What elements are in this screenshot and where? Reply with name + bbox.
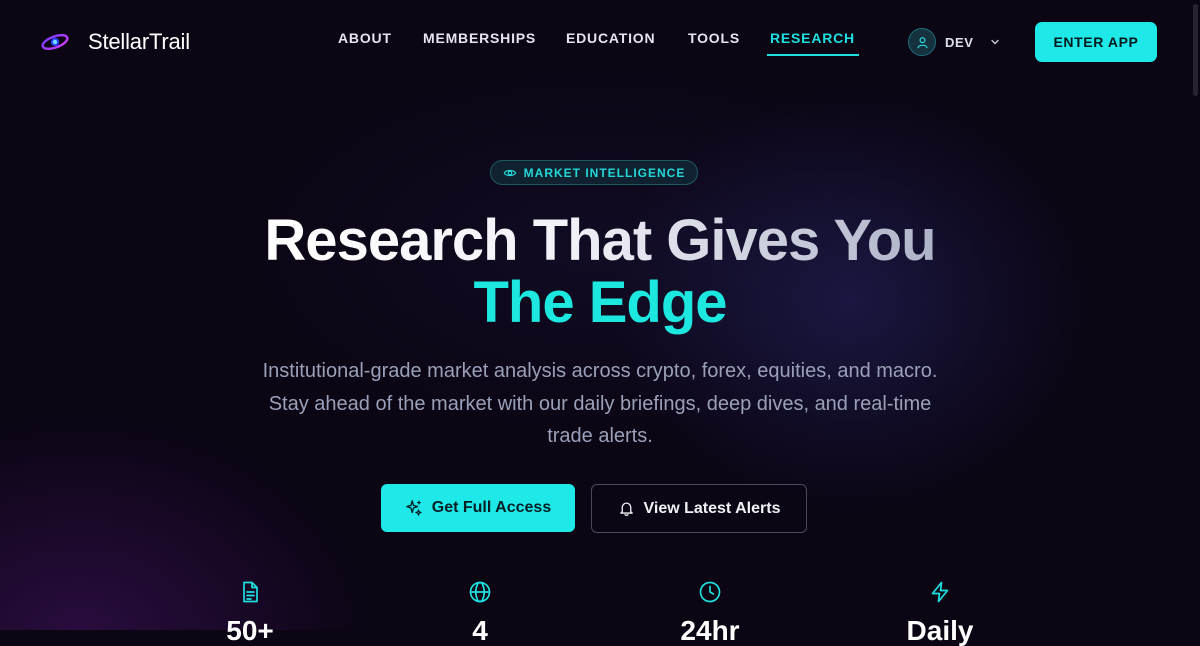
- lightning-icon: [931, 581, 949, 603]
- user-icon: [916, 36, 928, 48]
- scrollbar-thumb[interactable]: [1193, 4, 1198, 96]
- sparkles-icon: [405, 500, 422, 516]
- user-menu[interactable]: DEV: [908, 28, 1001, 56]
- stat-item: 24hr: [630, 580, 790, 646]
- brand-name: StellarTrail: [88, 29, 190, 54]
- stat-item: 4: [400, 580, 560, 646]
- stat-item: Daily: [860, 580, 1020, 646]
- nav-item-education[interactable]: EDUCATION: [566, 30, 655, 54]
- hero-title-line2: The Edge: [473, 270, 727, 335]
- stat-value: 4: [472, 615, 488, 646]
- bell-icon: [619, 502, 633, 516]
- stat-value: 50+: [226, 615, 274, 646]
- user-name: DEV: [945, 34, 974, 50]
- brand-logo[interactable]: StellarTrail: [40, 25, 190, 59]
- stat-item: 50+: [170, 580, 330, 646]
- badge-label: MARKET INTELLIGENCE: [523, 165, 686, 180]
- view-latest-alerts-button[interactable]: View Latest Alerts: [591, 484, 807, 533]
- nav-item-memberships[interactable]: MEMBERSHIPS: [423, 30, 536, 54]
- enter-app-button[interactable]: ENTER APP: [1035, 22, 1157, 62]
- clock-icon: [699, 581, 721, 603]
- eye-icon: [503, 169, 516, 176]
- get-full-access-button[interactable]: Get Full Access: [381, 484, 575, 532]
- stat-value: 24hr: [680, 615, 740, 646]
- nav-item-about[interactable]: ABOUT: [338, 30, 392, 54]
- chevron-down-icon: [990, 39, 999, 45]
- document-icon: [243, 581, 258, 603]
- avatar: [908, 28, 936, 56]
- view-latest-alerts-label: View Latest Alerts: [643, 499, 781, 517]
- hero-title-line1: Research That Gives You: [264, 208, 936, 273]
- get-full-access-label: Get Full Access: [431, 499, 552, 516]
- stat-value: Daily: [906, 615, 974, 646]
- globe-icon: [469, 581, 491, 603]
- nav-item-tools[interactable]: TOOLS: [688, 30, 740, 54]
- market-intelligence-badge: MARKET INTELLIGENCE: [490, 160, 698, 185]
- hero-description: Institutional-grade market analysis acro…: [262, 360, 938, 447]
- nav-item-research[interactable]: RESEARCH: [767, 30, 859, 56]
- site-header: StellarTrail ABOUT MEMBERSHIPS EDUCATION…: [0, 0, 1200, 84]
- orbit-planet-icon: [41, 33, 69, 51]
